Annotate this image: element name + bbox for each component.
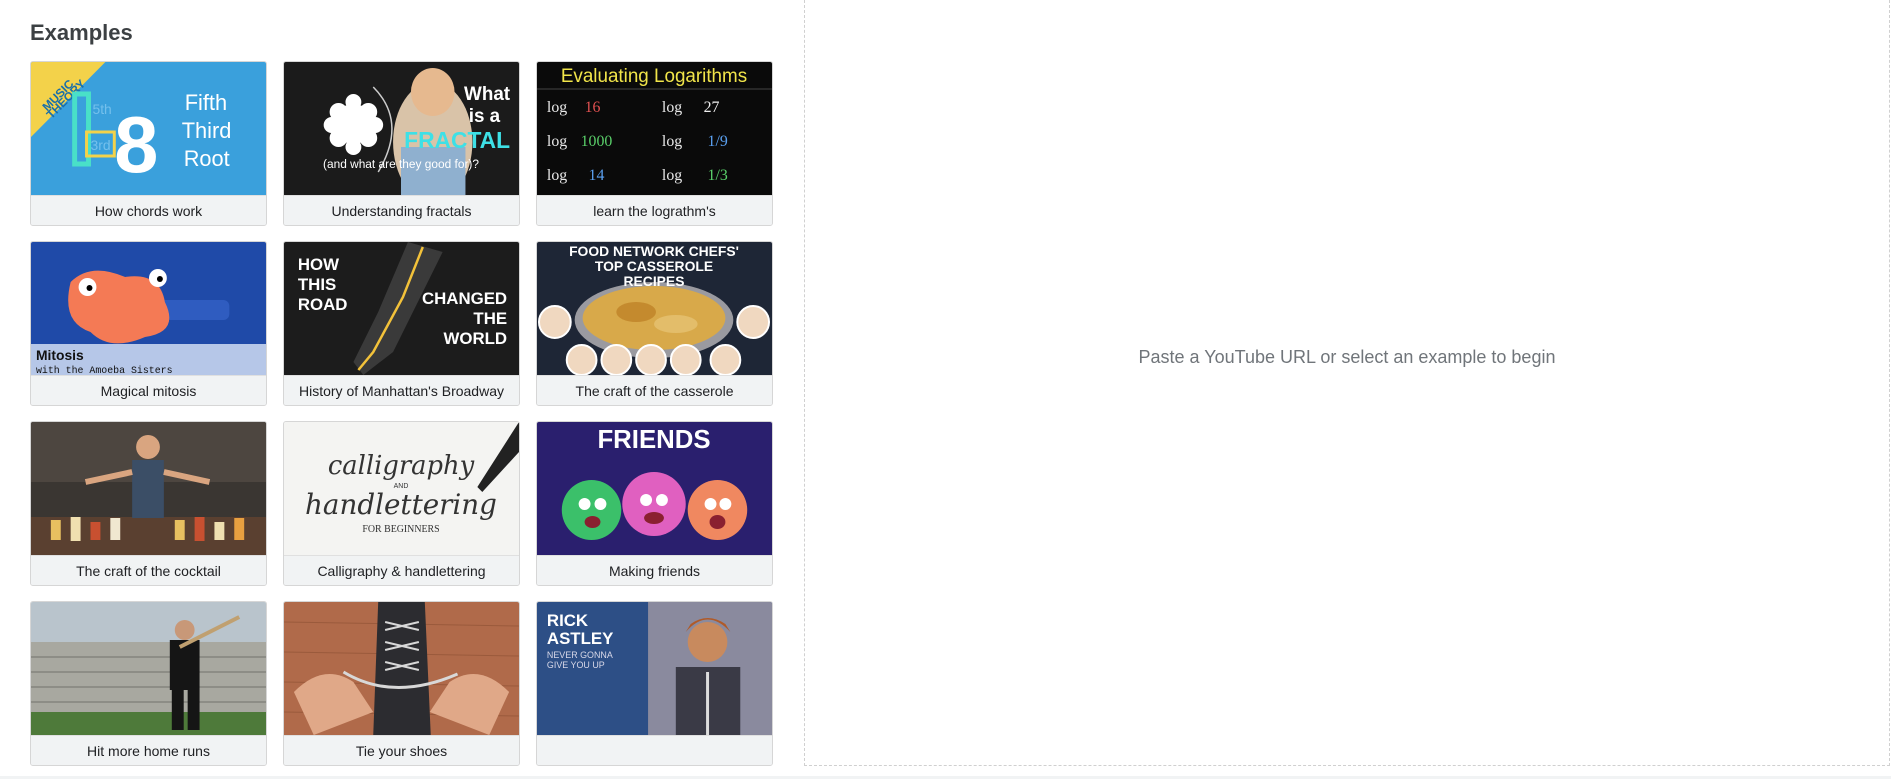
thumb-text: ASTLEY bbox=[547, 629, 613, 648]
example-card-friends[interactable]: FRIENDS Making friends bbox=[536, 421, 773, 586]
thumbnail-home-runs bbox=[31, 602, 266, 735]
thumb-text: 16 bbox=[585, 99, 601, 116]
thumb-text: with the Amoeba Sisters bbox=[36, 365, 173, 375]
thumb-text: HOW bbox=[298, 255, 339, 274]
example-card-chords[interactable]: MUSIC THEORY 5th 3rd 8 Fifth Third Root … bbox=[30, 61, 267, 226]
thumb-text: handlettering bbox=[305, 488, 497, 521]
example-caption: Understanding fractals bbox=[284, 195, 519, 225]
thumbnail-logarithms: Evaluating Logarithms log 16 log 1000 lo… bbox=[537, 62, 772, 195]
video-viewer-panel[interactable]: Paste a YouTube URL or select an example… bbox=[804, 0, 1890, 766]
example-card-home-runs[interactable]: Hit more home runs bbox=[30, 601, 267, 766]
thumbnail-casserole: FOOD NETWORK CHEFS' TOP CASSEROLE RECIPE… bbox=[537, 242, 772, 375]
thumb-text: 5th bbox=[92, 101, 111, 117]
thumb-text: TOP CASSEROLE bbox=[595, 258, 713, 274]
thumb-text: 1000 bbox=[581, 133, 613, 150]
thumb-text: log bbox=[547, 133, 567, 150]
thumbnail-cocktail bbox=[31, 422, 266, 555]
thumb-text: RECIPES bbox=[624, 273, 685, 289]
thumb-text: GIVE YOU UP bbox=[547, 660, 605, 670]
example-caption bbox=[537, 735, 772, 765]
example-caption: learn the lograthm's bbox=[537, 195, 772, 225]
thumb-text: (and what are they good for)? bbox=[323, 157, 479, 171]
thumb-text: Evaluating Logarithms bbox=[561, 66, 747, 87]
example-caption: History of Manhattan's Broadway bbox=[284, 375, 519, 405]
thumb-text: Mitosis bbox=[36, 347, 84, 363]
thumb-text: log bbox=[662, 99, 682, 116]
thumb-text: Fifth bbox=[185, 90, 227, 115]
thumb-text: log bbox=[662, 167, 682, 184]
thumb-text: What bbox=[464, 84, 511, 105]
example-caption: Hit more home runs bbox=[31, 735, 266, 765]
thumb-text: THE bbox=[473, 309, 507, 328]
thumb-text: Third bbox=[182, 118, 232, 143]
example-caption: The craft of the casserole bbox=[537, 375, 772, 405]
example-caption: Making friends bbox=[537, 555, 772, 585]
thumbnail-friends: FRIENDS bbox=[537, 422, 772, 555]
thumb-text: WORLD bbox=[444, 329, 508, 348]
example-caption: How chords work bbox=[31, 195, 266, 225]
thumb-text: FOOD NETWORK CHEFS' bbox=[569, 243, 739, 259]
thumb-text: 27 bbox=[704, 99, 720, 116]
thumbnail-mitosis: Mitosis with the Amoeba Sisters bbox=[31, 242, 266, 375]
example-card-fractals[interactable]: What is a FRACTAL (and what are they goo… bbox=[283, 61, 520, 226]
example-card-mitosis[interactable]: Mitosis with the Amoeba Sisters Magical … bbox=[30, 241, 267, 406]
thumb-text: FRIENDS bbox=[597, 426, 710, 454]
thumb-text: 3rd bbox=[90, 137, 110, 153]
examples-panel: Examples MUSIC THEORY 5th 3rd 8 Fifth Th… bbox=[30, 0, 774, 779]
example-caption: Calligraphy & handlettering bbox=[284, 555, 519, 585]
thumb-text: log bbox=[547, 167, 567, 184]
example-card-rick-astley[interactable]: RICK ASTLEY NEVER GONNA GIVE YOU UP bbox=[536, 601, 773, 766]
thumb-text: 1/9 bbox=[708, 133, 728, 150]
thumbnail-broadway: HOW THIS ROAD CHANGED THE WORLD bbox=[284, 242, 519, 375]
example-caption: The craft of the cocktail bbox=[31, 555, 266, 585]
thumb-text: FOR BEGINNERS bbox=[362, 524, 439, 535]
example-card-tie-shoes[interactable]: Tie your shoes bbox=[283, 601, 520, 766]
thumb-text: log bbox=[662, 133, 682, 150]
thumb-text: NEVER GONNA bbox=[547, 650, 613, 660]
thumb-text: calligraphy bbox=[328, 451, 475, 481]
examples-grid: MUSIC THEORY 5th 3rd 8 Fifth Third Root … bbox=[30, 61, 773, 766]
thumbnail-calligraphy: calligraphy AND handlettering FOR BEGINN… bbox=[284, 422, 519, 555]
thumb-text: 14 bbox=[589, 167, 605, 184]
thumb-text: is a bbox=[469, 106, 501, 127]
thumb-text: ROAD bbox=[298, 295, 348, 314]
thumbnail-rick-astley: RICK ASTLEY NEVER GONNA GIVE YOU UP bbox=[537, 602, 772, 735]
thumbnail-fractals: What is a FRACTAL (and what are they goo… bbox=[284, 62, 519, 195]
thumb-text: log bbox=[547, 99, 567, 116]
thumb-text: FRACTAL bbox=[404, 127, 510, 153]
example-card-calligraphy[interactable]: calligraphy AND handlettering FOR BEGINN… bbox=[283, 421, 520, 586]
thumb-text: 8 bbox=[114, 100, 158, 189]
thumbnail-chords: MUSIC THEORY 5th 3rd 8 Fifth Third Root bbox=[31, 62, 266, 195]
thumb-text: THIS bbox=[298, 275, 336, 294]
thumb-text: RICK bbox=[547, 611, 589, 630]
empty-state-prompt: Paste a YouTube URL or select an example… bbox=[1138, 347, 1556, 367]
example-caption: Magical mitosis bbox=[31, 375, 266, 405]
thumb-text: CHANGED bbox=[422, 289, 507, 308]
example-card-broadway[interactable]: HOW THIS ROAD CHANGED THE WORLD History … bbox=[283, 241, 520, 406]
example-card-logarithms[interactable]: Evaluating Logarithms log 16 log 1000 lo… bbox=[536, 61, 773, 226]
examples-title: Examples bbox=[30, 20, 133, 45]
example-card-cocktail[interactable]: The craft of the cocktail bbox=[30, 421, 267, 586]
thumb-text: Root bbox=[184, 146, 230, 171]
example-caption: Tie your shoes bbox=[284, 735, 519, 765]
example-card-casserole[interactable]: FOOD NETWORK CHEFS' TOP CASSEROLE RECIPE… bbox=[536, 241, 773, 406]
thumbnail-tie-shoes bbox=[284, 602, 519, 735]
thumb-text: 1/3 bbox=[708, 167, 728, 184]
